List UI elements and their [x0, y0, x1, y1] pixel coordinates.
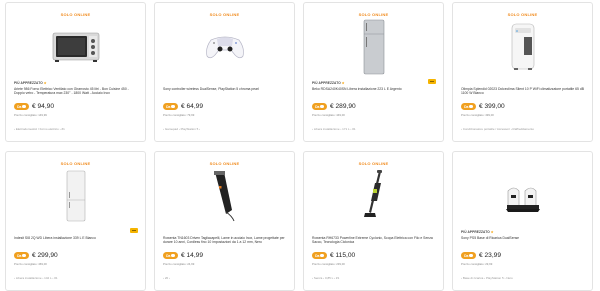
price-badge: Da — [163, 252, 178, 259]
product-image[interactable] — [453, 168, 592, 224]
fridge-icon — [363, 19, 384, 75]
price-badge: Da — [14, 103, 29, 110]
product-image[interactable] — [6, 168, 145, 224]
sold-online-label: SOLO ONLINE — [507, 12, 538, 17]
category-breadcrumb[interactable]: ‹ Libera installazione › 171 L › #1 — [312, 127, 356, 131]
category-breadcrumb[interactable]: ‹ 20 › — [163, 276, 170, 280]
product-title[interactable]: Beko RDSA240K40SN Libera installazione 2… — [312, 87, 435, 91]
star-icon: ★ — [490, 230, 494, 234]
badge-dot-icon — [171, 253, 175, 258]
sold-online-label: SOLO ONLINE — [358, 12, 389, 17]
energy-tag-icon[interactable] — [428, 79, 436, 84]
list-price: Prezzo consigliato: 449,00 — [312, 113, 345, 117]
product-card[interactable]: SOLO ONLINE PIÙ APPREZZATO★ Ariete 986 F… — [5, 2, 146, 142]
sold-online-label: SOLO ONLINE — [209, 161, 240, 166]
badge-dot-icon — [469, 253, 473, 258]
price-badge: Da — [312, 252, 327, 259]
most-appreciated-label: PIÙ APPREZZATO★ — [461, 230, 494, 234]
product-title[interactable]: Sony controller wireless DualSense, Play… — [163, 87, 286, 91]
energy-tag-icon[interactable] — [130, 228, 138, 233]
product-image[interactable] — [6, 19, 145, 75]
product-title[interactable]: Rowenta TN1603 Driven Tagliacapelli, Lam… — [163, 236, 286, 245]
product-price: € 299,90 — [32, 252, 58, 259]
product-price: € 399,00 — [479, 103, 505, 110]
price-row: Da € 399,00 — [461, 103, 505, 110]
price-badge: Da — [163, 103, 178, 110]
badge-dot-icon — [469, 104, 473, 109]
badge-dot-icon — [320, 104, 324, 109]
category-breadcrumb[interactable]: ‹ Libera installazione › 142 L › #1 — [14, 276, 58, 280]
stick-vacuum-icon — [363, 170, 382, 217]
product-image[interactable] — [155, 168, 294, 224]
list-price: Prezzo consigliato: 499,00 — [461, 113, 494, 117]
product-card[interactable]: SOLO ONLINE Indesit SI8 2Q WD Libera ins… — [5, 151, 146, 291]
list-price: Prezzo consigliato: 29,99 — [461, 262, 493, 266]
badge-dot-icon — [320, 253, 324, 258]
price-badge: Da — [461, 103, 476, 110]
product-title[interactable]: Rowenta RH6733 Powerline Extreme Cycloni… — [312, 236, 435, 245]
star-icon: ★ — [341, 81, 345, 85]
list-price: Prezzo consigliato: 239,00 — [312, 262, 345, 266]
price-badge: Da — [14, 252, 29, 259]
category-breadcrumb[interactable]: ‹ Condizionatore portatile / Accessori ›… — [461, 127, 534, 131]
badge-dot-icon — [22, 253, 26, 258]
product-card[interactable]: SOLO ONLINE Rowenta RH6733 Powerline Ext… — [303, 151, 444, 291]
fridge-white-icon — [66, 170, 85, 222]
product-title[interactable]: Sony PS5 Base di Ricarica DualSense — [461, 236, 584, 240]
list-price: Prezzo consigliato: 149,99 — [14, 113, 47, 117]
oven-icon — [52, 32, 99, 62]
product-card[interactable]: SOLO ONLINE PIÙ APPREZZATO★ Beko RDSA240… — [303, 2, 444, 142]
product-price: € 94,90 — [32, 103, 54, 110]
price-badge: Da — [312, 103, 327, 110]
sold-online-label: SOLO ONLINE — [60, 12, 91, 17]
product-image[interactable] — [304, 168, 443, 224]
sold-online-label: SOLO ONLINE — [358, 161, 389, 166]
price-row: Da € 115,00 — [312, 252, 355, 259]
price-row: Da € 64,99 — [163, 103, 203, 110]
category-breadcrumb[interactable]: ‹ Senza › 0,85 L › #1 — [312, 276, 339, 280]
product-card[interactable]: SOLO ONLINE Rowenta TN1603 Driven Taglia… — [154, 151, 295, 291]
list-price: Prezzo consigliato: 24,99 — [163, 262, 195, 266]
controller-icon — [205, 36, 244, 59]
product-image[interactable] — [304, 19, 443, 75]
product-card[interactable]: SOLO ONLINE Olimpia Splendid 02023 Dolce… — [452, 2, 593, 142]
charging-station-icon — [505, 187, 540, 212]
sold-online-label: SOLO ONLINE — [60, 161, 91, 166]
product-card[interactable]: PIÙ APPREZZATO★ Sony PS5 Base di Ricaric… — [452, 151, 593, 291]
product-price: € 14,99 — [181, 252, 203, 259]
product-title[interactable]: Olimpia Splendid 02023 Dolceclima Silent… — [461, 87, 584, 96]
category-breadcrumb[interactable]: ‹ Gamepad › PlayStation 5 › — [163, 127, 200, 131]
product-title[interactable]: Ariete 986 Forno Elettrico Ventilato con… — [14, 87, 137, 96]
product-price: € 23,99 — [479, 252, 501, 259]
list-price: Prezzo consigliato: 79,99 — [163, 113, 195, 117]
price-row: Da € 23,99 — [461, 252, 501, 259]
badge-dot-icon — [22, 104, 26, 109]
price-row: Da € 299,90 — [14, 252, 58, 259]
price-row: Da € 289,90 — [312, 103, 356, 110]
product-card[interactable]: SOLO ONLINE Sony controller wireless Dua… — [154, 2, 295, 142]
air-conditioner-icon — [511, 23, 534, 70]
product-price: € 289,90 — [330, 103, 356, 110]
product-title[interactable]: Indesit SI8 2Q WD Libera installazione 3… — [14, 236, 137, 240]
most-appreciated-label: PIÙ APPREZZATO★ — [14, 81, 47, 85]
category-breadcrumb[interactable]: ‹ Base di ricarica › PlayStation 5 › Ner… — [461, 276, 513, 280]
sold-online-label: SOLO ONLINE — [209, 12, 240, 17]
most-appreciated-label: PIÙ APPREZZATO★ — [312, 81, 345, 85]
product-grid: SOLO ONLINE PIÙ APPREZZATO★ Ariete 986 F… — [5, 0, 595, 291]
product-price: € 115,00 — [330, 252, 356, 259]
price-row: Da € 14,99 — [163, 252, 203, 259]
product-price: € 64,99 — [181, 103, 203, 110]
hair-clipper-icon — [213, 171, 234, 222]
product-image[interactable] — [453, 19, 592, 75]
price-badge: Da — [461, 252, 476, 259]
category-breadcrumb[interactable]: ‹ Elettrodomestici / Forno elettrico › #… — [14, 127, 65, 131]
badge-dot-icon — [171, 104, 175, 109]
price-row: Da € 94,90 — [14, 103, 54, 110]
list-price: Prezzo consigliato: 469,00 — [14, 262, 47, 266]
star-icon: ★ — [43, 81, 47, 85]
product-image[interactable] — [155, 19, 294, 75]
